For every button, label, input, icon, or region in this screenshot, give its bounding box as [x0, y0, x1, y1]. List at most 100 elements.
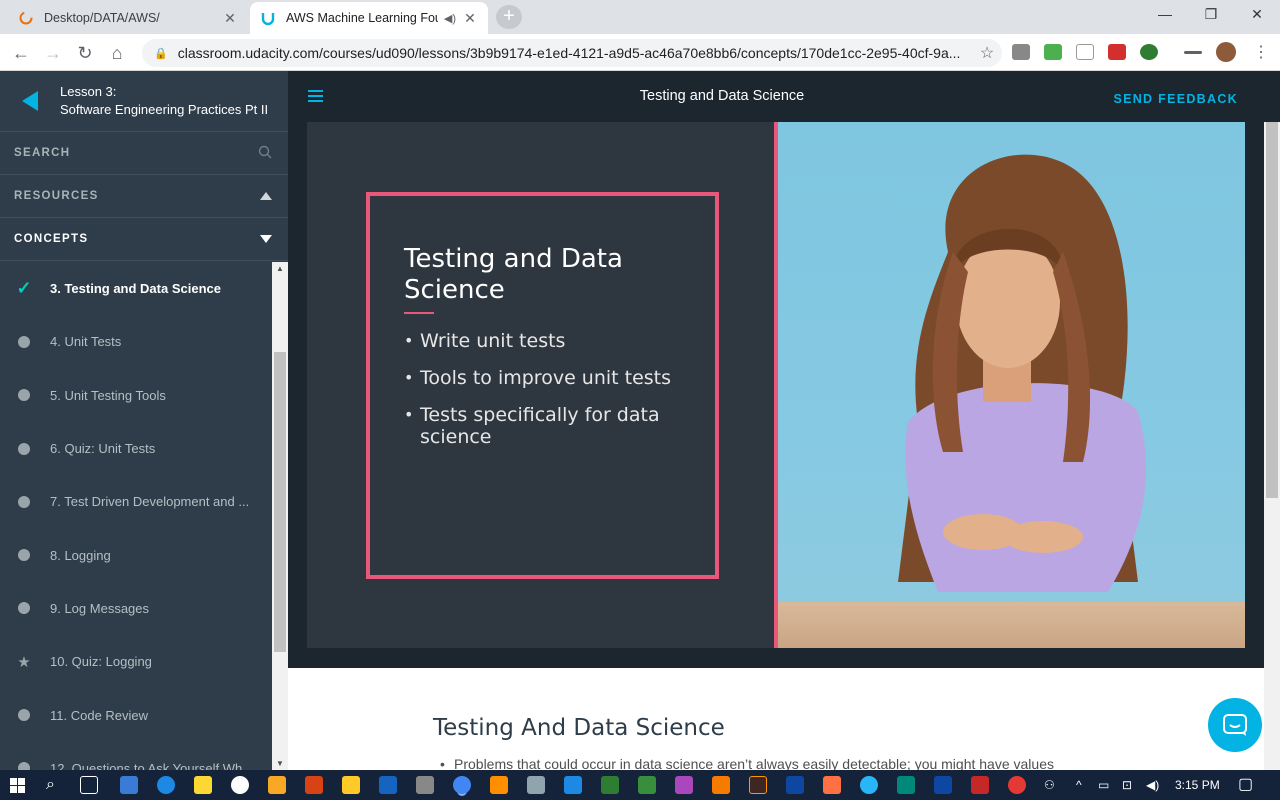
app-icon[interactable]	[712, 776, 730, 794]
vscode-icon[interactable]	[564, 776, 582, 794]
app-icon[interactable]	[416, 776, 434, 794]
concept-item[interactable]: 11. Code Review	[0, 688, 272, 741]
battery-icon[interactable]: ▭	[1098, 770, 1109, 800]
people-icon[interactable]: ⚇	[1044, 770, 1055, 800]
new-tab-button[interactable]: +	[496, 5, 522, 29]
back-arrow-icon[interactable]	[22, 91, 38, 111]
app-icon[interactable]	[823, 776, 841, 794]
close-tab-icon[interactable]: ✕	[222, 10, 238, 27]
tab-title: Desktop/DATA/AWS/	[44, 11, 160, 25]
chrome-icon[interactable]	[453, 776, 471, 794]
clock[interactable]: 3:15 PM	[1175, 770, 1220, 800]
page-title: Testing and Data Science	[639, 88, 805, 104]
file-explorer-icon[interactable]	[268, 776, 286, 794]
forward-icon[interactable]: →	[40, 40, 66, 66]
word-icon[interactable]	[379, 776, 397, 794]
app-icon[interactable]	[527, 776, 545, 794]
reload-icon[interactable]: ↻	[72, 40, 98, 66]
app-icon[interactable]	[342, 776, 360, 794]
slide-divider	[404, 312, 434, 314]
extension-icon[interactable]	[1044, 44, 1062, 60]
network-icon[interactable]: ⊡	[1122, 770, 1132, 800]
home-icon[interactable]: ⌂	[104, 40, 130, 66]
tray-chevron-icon[interactable]: ^	[1076, 770, 1082, 800]
concept-label: 12. Questions to Ask Yourself Wh...	[50, 760, 254, 770]
concept-item[interactable]: ✓ 3. Testing and Data Science	[0, 262, 272, 315]
collapse-icon	[260, 192, 272, 200]
concept-item[interactable]: 5. Unit Testing Tools	[0, 369, 272, 422]
concept-item[interactable]: 8. Logging	[0, 528, 272, 581]
extension-icon[interactable]	[1140, 44, 1158, 60]
windows-taskbar: ⌕ ⚇ ^ ▭ ⊡ ◀) 3:15 PM ▢	[0, 770, 1280, 800]
project-icon[interactable]	[638, 776, 656, 794]
minimize-button[interactable]: —	[1142, 0, 1188, 30]
edge-icon[interactable]	[157, 776, 175, 794]
concept-item[interactable]: 4. Unit Tests	[0, 315, 272, 368]
check-icon: ✓	[16, 278, 32, 299]
task-view-icon[interactable]	[80, 776, 98, 794]
concepts-row[interactable]: CONCEPTS	[0, 218, 288, 261]
extension-icon[interactable]	[1012, 44, 1030, 60]
back-icon[interactable]: ←	[8, 40, 34, 66]
media-control-icon[interactable]	[1184, 51, 1202, 54]
extension-icon[interactable]	[1108, 44, 1126, 60]
powerpoint-icon[interactable]	[305, 776, 323, 794]
search-icon[interactable]: ⌕	[46, 770, 55, 800]
tab-desktop-data[interactable]: Desktop/DATA/AWS/ ✕	[8, 2, 248, 34]
excel-icon[interactable]	[601, 776, 619, 794]
app-icon[interactable]	[231, 776, 249, 794]
address-bar[interactable]: 🔒 classroom.udacity.com/courses/ud090/le…	[142, 39, 1002, 67]
volume-icon[interactable]: ◀)	[1146, 770, 1159, 800]
circle-icon	[18, 389, 30, 402]
star-icon: ★	[17, 653, 31, 671]
search-icon[interactable]	[258, 145, 272, 162]
search-row[interactable]: SEARCH	[0, 132, 288, 175]
circle-icon	[18, 495, 30, 508]
windows-start-icon[interactable]	[10, 778, 25, 793]
app-icon[interactable]	[860, 776, 878, 794]
extension-icon[interactable]	[1076, 44, 1094, 60]
app-icon[interactable]	[675, 776, 693, 794]
app-icon[interactable]	[1008, 776, 1026, 794]
sidebar-scrollbar[interactable]: ▲ ▼	[272, 262, 288, 770]
notifications-icon[interactable]: ▢	[1238, 770, 1253, 800]
concept-label: 8. Logging	[50, 547, 111, 563]
speaker-icon[interactable]: ◀)	[444, 12, 456, 25]
concept-item[interactable]: 12. Questions to Ask Yourself Wh...	[0, 742, 272, 770]
resources-row[interactable]: RESOURCES	[0, 175, 288, 218]
concepts-label: CONCEPTS	[14, 233, 89, 245]
tab-aws-ml[interactable]: AWS Machine Learning Foun ◀) ✕	[250, 2, 488, 34]
menu-kebab-icon[interactable]: ⋮	[1248, 40, 1274, 66]
lesson-header[interactable]: Lesson 3: Software Engineering Practices…	[0, 71, 288, 132]
scroll-up-arrow[interactable]: ▲	[272, 264, 288, 273]
page-scrollbar[interactable]	[1264, 122, 1280, 770]
video-area: Testing and Data Science Write unit test…	[288, 122, 1264, 668]
video-player[interactable]: Testing and Data Science Write unit test…	[307, 122, 1245, 648]
lock-icon: 🔒	[154, 47, 168, 60]
photoshop-icon[interactable]	[786, 776, 804, 794]
sticky-notes-icon[interactable]	[194, 776, 212, 794]
close-window-button[interactable]: ✕	[1234, 0, 1280, 30]
illustrator-icon[interactable]	[749, 776, 767, 794]
concept-label: 6. Quiz: Unit Tests	[50, 441, 156, 457]
restore-button[interactable]: ❐	[1188, 0, 1234, 30]
vlc-icon[interactable]	[490, 776, 508, 794]
arduino-icon[interactable]	[897, 776, 915, 794]
app-icon[interactable]	[971, 776, 989, 794]
profile-avatar[interactable]	[1216, 42, 1236, 62]
send-feedback-button[interactable]: SEND FEEDBACK	[1113, 71, 1238, 128]
close-tab-icon[interactable]: ✕	[462, 10, 478, 27]
desk-surface	[778, 602, 1245, 648]
app-icon[interactable]	[934, 776, 952, 794]
concept-item[interactable]: 6. Quiz: Unit Tests	[0, 422, 272, 475]
scrollbar-thumb[interactable]	[1266, 122, 1278, 498]
concept-item[interactable]: ★ 10. Quiz: Logging	[0, 635, 272, 688]
chat-button[interactable]	[1208, 698, 1262, 752]
scroll-down-arrow[interactable]: ▼	[272, 759, 288, 768]
scrollbar-thumb[interactable]	[274, 352, 286, 652]
content-heading: Testing And Data Science	[433, 715, 725, 741]
app-icon[interactable]	[120, 776, 138, 794]
bookmark-star-icon[interactable]: ☆	[972, 43, 1002, 63]
concept-item[interactable]: 7. Test Driven Development and ...	[0, 475, 272, 528]
concept-item[interactable]: 9. Log Messages	[0, 582, 272, 635]
